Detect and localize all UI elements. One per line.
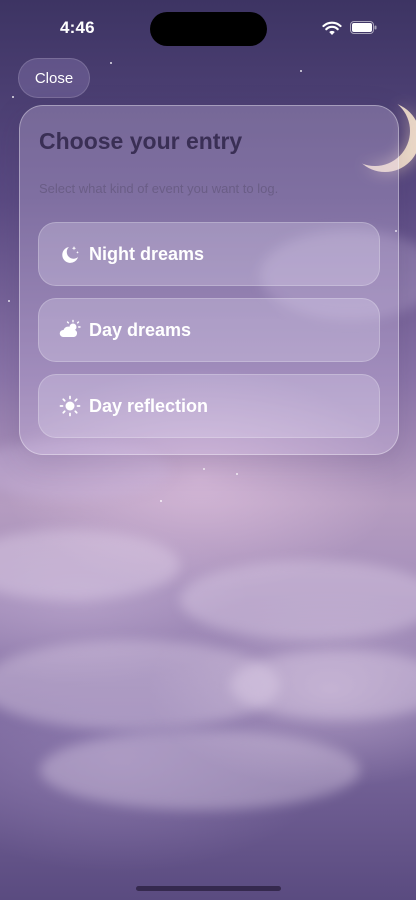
night-dreams-button[interactable]: Night dreams — [38, 222, 380, 286]
option-label: Day reflection — [89, 395, 209, 416]
cloud-sun-icon — [59, 319, 81, 337]
background-cloud — [40, 730, 360, 810]
card-title: Choose your entry — [39, 128, 243, 154]
home-indicator[interactable] — [136, 886, 281, 891]
close-button[interactable]: Close — [18, 58, 90, 98]
day-reflection-button[interactable]: Day reflection — [38, 374, 380, 438]
star — [300, 70, 302, 72]
background-cloud — [0, 530, 180, 600]
card-subtitle: Select what kind of event you want to lo… — [39, 181, 279, 196]
option-label: Night dreams — [89, 243, 205, 264]
star — [12, 96, 14, 98]
background-cloud — [230, 650, 416, 720]
sun-icon — [59, 395, 81, 417]
moon-stars-icon — [62, 246, 79, 263]
entry-chooser-screen: 4:46 Close Choose your entry Select what… — [0, 0, 416, 900]
star — [8, 300, 10, 302]
battery-icon — [350, 21, 377, 34]
entry-type-card: Choose your entry Select what kind of ev… — [19, 105, 399, 455]
status-bar: 4:46 — [0, 0, 416, 54]
star — [110, 62, 112, 64]
star — [203, 468, 205, 470]
day-dreams-button[interactable]: Day dreams — [38, 298, 380, 362]
star — [236, 473, 238, 475]
option-label: Day dreams — [89, 319, 192, 340]
background-cloud — [180, 560, 416, 640]
status-time: 4:46 — [60, 18, 95, 37]
wifi-icon — [322, 21, 342, 35]
star — [160, 500, 162, 502]
dynamic-island — [150, 12, 267, 46]
